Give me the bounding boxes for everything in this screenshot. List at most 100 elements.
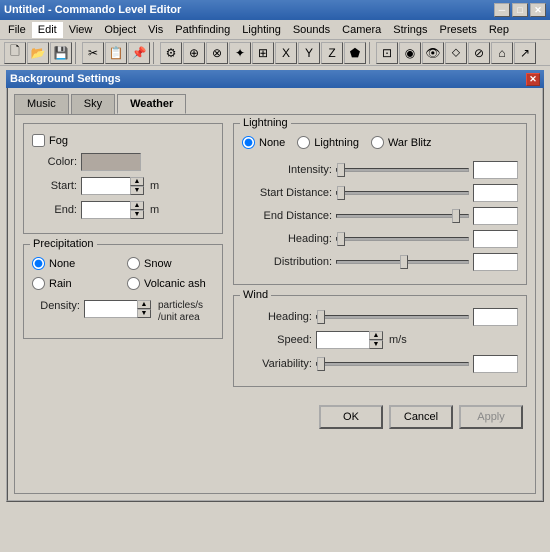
menu-pathfinding[interactable]: Pathfinding [169, 22, 236, 38]
color-label: Color: [32, 156, 77, 168]
end-dist-value[interactable]: 1.00 [473, 207, 518, 225]
wind-speed-up[interactable]: ▲ [369, 331, 383, 340]
tb-btn20[interactable]: ↗ [514, 42, 536, 64]
lightning-heading-thumb[interactable] [337, 232, 345, 246]
tb-btn15[interactable]: ◉ [399, 42, 421, 64]
tb-paste[interactable]: 📌 [128, 42, 150, 64]
tb-save[interactable]: 💾 [50, 42, 72, 64]
start-dist-track[interactable] [336, 191, 469, 195]
tb-btn13[interactable]: ⬟ [344, 42, 366, 64]
lightning-label: Lightning [314, 137, 359, 149]
tb-btn5[interactable]: ⚙ [160, 42, 182, 64]
tb-btn7[interactable]: ⊗ [206, 42, 228, 64]
lightning-warblitz-radio[interactable] [371, 136, 384, 149]
menu-lighting[interactable]: Lighting [236, 22, 287, 38]
precip-snow-row: Snow [127, 257, 214, 270]
end-spinbox: 300 ▲ ▼ [81, 201, 144, 219]
maximize-button[interactable]: □ [512, 3, 528, 17]
apply-button[interactable]: Apply [459, 405, 523, 429]
start-row: Start: 200 ▲ ▼ m [32, 177, 214, 195]
lightning-none-radio[interactable] [242, 136, 255, 149]
tb-btn12[interactable]: Z [321, 42, 343, 64]
density-up[interactable]: ▲ [137, 300, 151, 309]
tb-btn8[interactable]: ✦ [229, 42, 251, 64]
end-down[interactable]: ▼ [130, 210, 144, 219]
start-up[interactable]: ▲ [130, 177, 144, 186]
distribution-value[interactable]: 0.50 [473, 253, 518, 271]
wind-variability-thumb[interactable] [317, 357, 325, 371]
wind-heading-value[interactable]: 0.00 [473, 308, 518, 326]
lightning-radio[interactable] [297, 136, 310, 149]
tb-btn14[interactable]: ⊡ [376, 42, 398, 64]
tb-btn18[interactable]: ⊘ [468, 42, 490, 64]
menu-camera[interactable]: Camera [336, 22, 387, 38]
wind-variability-label: Variability: [242, 358, 312, 370]
end-up[interactable]: ▲ [130, 201, 144, 210]
wind-speed-down[interactable]: ▼ [369, 340, 383, 349]
menu-sounds[interactable]: Sounds [287, 22, 336, 38]
end-spinbtns: ▲ ▼ [130, 201, 144, 219]
tb-new[interactable]: 🗋 [4, 42, 26, 64]
tb-btn19[interactable]: ⌂ [491, 42, 513, 64]
end-label: End: [32, 204, 77, 216]
menu-edit[interactable]: Edit [32, 22, 63, 38]
intensity-thumb[interactable] [337, 163, 345, 177]
wind-speed-input[interactable]: 0.000 [316, 331, 370, 349]
intensity-track[interactable] [336, 168, 469, 172]
tb-copy[interactable]: 📋 [105, 42, 127, 64]
minimize-button[interactable]: ─ [494, 3, 510, 17]
start-down[interactable]: ▼ [130, 186, 144, 195]
tb-eye[interactable]: 👁 [422, 42, 444, 64]
tb-btn6[interactable]: ⊕ [183, 42, 205, 64]
wind-heading-track[interactable] [316, 315, 469, 319]
density-down[interactable]: ▼ [137, 309, 151, 318]
start-dist-value[interactable]: 0.00 [473, 184, 518, 202]
cancel-button[interactable]: Cancel [389, 405, 453, 429]
tb-btn10[interactable]: X [275, 42, 297, 64]
menu-view[interactable]: View [63, 22, 99, 38]
tb-open[interactable]: 📂 [27, 42, 49, 64]
ok-button[interactable]: OK [319, 405, 383, 429]
dialog-close-button[interactable]: ✕ [526, 73, 540, 86]
end-dist-thumb[interactable] [452, 209, 460, 223]
precip-rain-radio[interactable] [32, 277, 45, 290]
color-swatch[interactable] [81, 153, 141, 171]
tb-cut[interactable]: ✂ [82, 42, 104, 64]
density-input[interactable]: 0.000 [84, 300, 138, 318]
start-input[interactable]: 200 [81, 177, 131, 195]
lightning-heading-track[interactable] [336, 237, 469, 241]
tb-btn9[interactable]: ⊞ [252, 42, 274, 64]
close-button[interactable]: ✕ [530, 3, 546, 17]
distribution-thumb[interactable] [400, 255, 408, 269]
tab-music[interactable]: Music [14, 94, 69, 114]
precip-volcanic-radio[interactable] [127, 277, 140, 290]
menu-rep[interactable]: Rep [483, 22, 515, 38]
fog-checkbox[interactable] [32, 134, 45, 147]
intensity-value[interactable]: 0.00 [473, 161, 518, 179]
menu-strings[interactable]: Strings [387, 22, 433, 38]
precip-snow-radio[interactable] [127, 257, 140, 270]
menu-object[interactable]: Object [98, 22, 142, 38]
start-dist-thumb[interactable] [337, 186, 345, 200]
wind-speed-row: Speed: 0.000 ▲ ▼ m/s [242, 331, 518, 349]
wind-variability-value[interactable]: 0.00 [473, 355, 518, 373]
menu-presets[interactable]: Presets [434, 22, 483, 38]
menu-file[interactable]: File [2, 22, 32, 38]
precip-rain-label: Rain [49, 278, 72, 290]
tab-sky[interactable]: Sky [71, 94, 115, 114]
precip-none-radio[interactable] [32, 257, 45, 270]
wind-variability-track[interactable] [316, 362, 469, 366]
menu-vis[interactable]: Vis [142, 22, 169, 38]
end-dist-track[interactable] [336, 214, 469, 218]
intensity-label: Intensity: [242, 164, 332, 176]
tab-weather[interactable]: Weather [117, 94, 186, 114]
title-bar: Untitled - Commando Level Editor ─ □ ✕ [0, 0, 550, 20]
window-controls: ─ □ ✕ [494, 3, 546, 17]
tb-btn11[interactable]: Y [298, 42, 320, 64]
lightning-heading-value[interactable]: 0.00 [473, 230, 518, 248]
end-input[interactable]: 300 [81, 201, 131, 219]
wind-heading-thumb[interactable] [317, 310, 325, 324]
distribution-track[interactable] [336, 260, 469, 264]
tb-btn17[interactable]: ⬦ [445, 42, 467, 64]
wind-group-label: Wind [240, 289, 271, 301]
